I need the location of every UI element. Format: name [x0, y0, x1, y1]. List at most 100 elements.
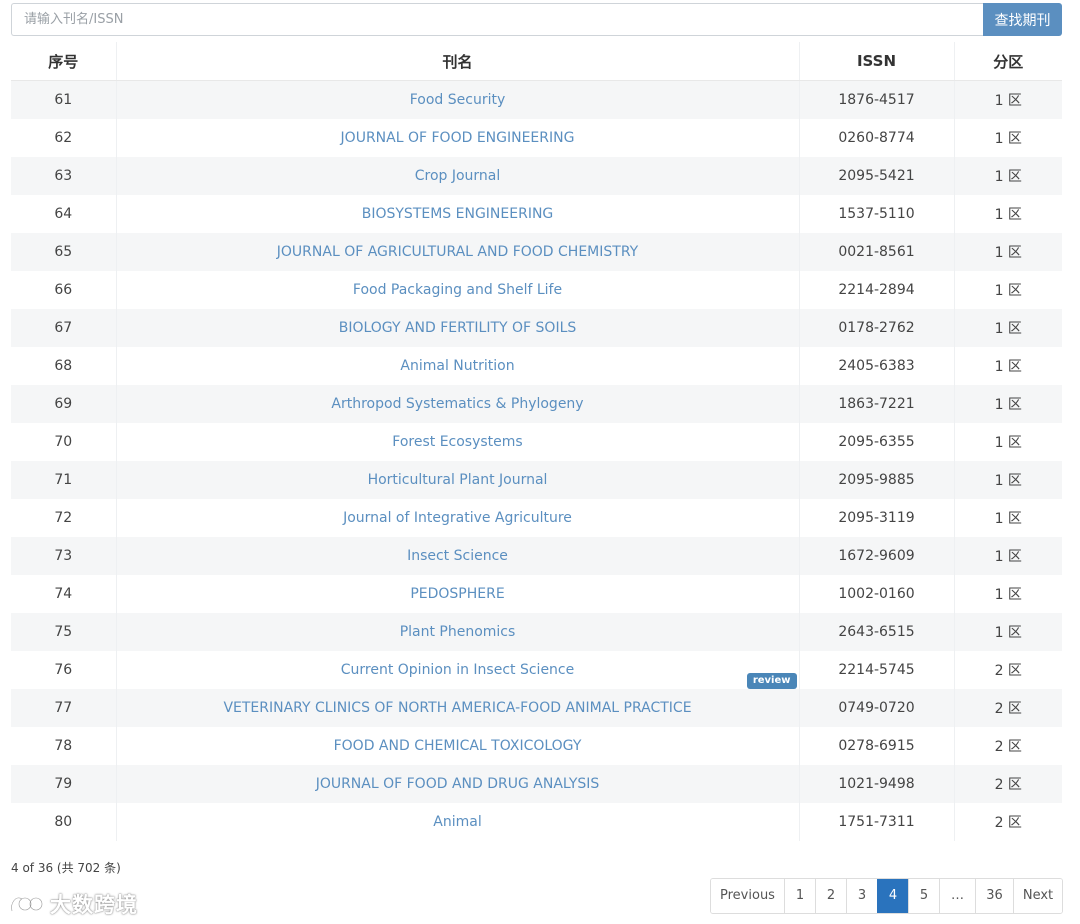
page-5-button[interactable]: 5 [908, 879, 939, 913]
review-badge: review [746, 673, 797, 689]
row-name-cell: Plant Phenomics [115, 613, 799, 651]
journal-link[interactable]: Animal Nutrition [400, 358, 514, 374]
table-body: 61 Food Security 1876-4517 1 区 62 JOURNAL OF … [11, 80, 1062, 841]
row-name-cell: FOOD AND CHEMICAL TOXICOLOGY [115, 727, 799, 765]
row-issn: 2405-6383 [798, 347, 954, 385]
row-no: 71 [11, 461, 116, 499]
journal-link[interactable]: Food Packaging and Shelf Life [353, 282, 562, 298]
journal-link[interactable]: FOOD AND CHEMICAL TOXICOLOGY [334, 738, 582, 754]
header-issn: ISSN [798, 42, 954, 81]
journal-link[interactable]: Food Security [410, 92, 506, 108]
watermark-text: 大数跨境 [50, 893, 138, 917]
row-issn: 1021-9498 [798, 765, 954, 803]
journal-link[interactable]: BIOSYSTEMS ENGINEERING [362, 206, 554, 222]
journal-link[interactable]: Horticultural Plant Journal [368, 472, 548, 488]
row-name-cell: JOURNAL OF AGRICULTURAL AND FOOD CHEMIST… [115, 233, 799, 271]
journal-link[interactable]: Animal [433, 814, 481, 830]
table-row: 79 JOURNAL OF FOOD AND DRUG ANALYSIS 1021-… [11, 765, 1062, 803]
table-row: 78 FOOD AND CHEMICAL TOXICOLOGY 0278-6915 2… [11, 727, 1062, 765]
row-issn: 1876-4517 [798, 80, 954, 119]
search-button[interactable]: 查找期刊 [983, 3, 1062, 36]
row-zone: 2 区 [953, 727, 1062, 765]
row-no: 79 [11, 765, 116, 803]
page-3-button[interactable]: 3 [846, 879, 877, 913]
table-row: 77 VETERINARY CLINICS OF NORTH AMERICA-FO… [11, 689, 1062, 727]
row-zone: 2 区 [953, 765, 1062, 803]
row-issn: 0749-0720 [798, 689, 954, 727]
page-1-button[interactable]: 1 [784, 879, 815, 913]
journal-link[interactable]: JOURNAL OF FOOD AND DRUG ANALYSIS [316, 776, 600, 792]
table-row: 76 Current Opinion in Insect Science revie… [11, 651, 1062, 689]
journal-link[interactable]: JOURNAL OF AGRICULTURAL AND FOOD CHEMIST… [277, 244, 638, 260]
journal-link[interactable]: JOURNAL OF FOOD ENGINEERING [341, 130, 575, 146]
row-issn: 0021-8561 [798, 233, 954, 271]
record-count: 4 of 36 (共 702 条) [11, 861, 121, 875]
row-name-cell: PEDOSPHERE [115, 575, 799, 613]
row-issn: 2095-9885 [798, 461, 954, 499]
journal-link[interactable]: Crop Journal [415, 168, 501, 184]
journal-link[interactable]: Journal of Integrative Agriculture [343, 510, 572, 526]
row-no: 61 [11, 80, 116, 119]
row-no: 62 [11, 119, 116, 157]
row-issn: 2095-6355 [798, 423, 954, 461]
table-row: 65 JOURNAL OF AGRICULTURAL AND FOOD CHEMI… [11, 233, 1062, 271]
row-no: 66 [11, 271, 116, 309]
row-no: 75 [11, 613, 116, 651]
journal-link[interactable]: Current Opinion in Insect Science [341, 662, 575, 678]
row-no: 72 [11, 499, 116, 537]
row-no: 64 [11, 195, 116, 233]
row-issn: 2214-5745 [798, 651, 954, 689]
journal-link[interactable]: Arthropod Systematics & Phylogeny [331, 396, 583, 412]
row-name-cell: JOURNAL OF FOOD ENGINEERING [115, 119, 799, 157]
page-36-button[interactable]: 36 [975, 879, 1013, 913]
table-row: 72 Journal of Integrative Agriculture 2095… [11, 499, 1062, 537]
row-no: 74 [11, 575, 116, 613]
row-no: 65 [11, 233, 116, 271]
row-name-cell: BIOLOGY AND FERTILITY OF SOILS [115, 309, 799, 347]
next-page-button[interactable]: Next [1013, 879, 1062, 913]
journal-link[interactable]: Insect Science [407, 548, 508, 564]
table-row: 70 Forest Ecosystems 2095-6355 1 区 [11, 423, 1062, 461]
row-no: 78 [11, 727, 116, 765]
table-row: 69 Arthropod Systematics & Phylogeny 1863-… [11, 385, 1062, 423]
header-no: 序号 [11, 42, 116, 81]
journal-link[interactable]: BIOLOGY AND FERTILITY OF SOILS [339, 320, 577, 336]
row-name-cell: JOURNAL OF FOOD AND DRUG ANALYSIS [115, 765, 799, 803]
row-issn: 1672-9609 [798, 537, 954, 575]
row-issn: 2095-3119 [798, 499, 954, 537]
row-name-cell: Horticultural Plant Journal [115, 461, 799, 499]
table-row: 67 BIOLOGY AND FERTILITY OF SOILS 0178-276… [11, 309, 1062, 347]
row-issn: 2214-2894 [798, 271, 954, 309]
journal-link[interactable]: PEDOSPHERE [410, 586, 504, 602]
search-input[interactable] [11, 3, 983, 36]
journal-link[interactable]: Plant Phenomics [400, 624, 516, 640]
table-row: 66 Food Packaging and Shelf Life 2214-2894… [11, 271, 1062, 309]
page-ellipsis: … [939, 879, 975, 913]
row-zone: 1 区 [953, 347, 1062, 385]
row-zone: 1 区 [953, 80, 1062, 119]
row-issn: 1751-7311 [798, 803, 954, 841]
table-header: 序号 刊名 ISSN 分区 [11, 42, 1062, 81]
row-name-cell: Food Security [115, 80, 799, 119]
row-issn: 0278-6915 [798, 727, 954, 765]
row-name-cell: Food Packaging and Shelf Life [115, 271, 799, 309]
table-row: 61 Food Security 1876-4517 1 区 [11, 80, 1062, 119]
journal-link[interactable]: Forest Ecosystems [392, 434, 522, 450]
table-row: 75 Plant Phenomics 2643-6515 1 区 [11, 613, 1062, 651]
row-no: 63 [11, 157, 116, 195]
journal-table-container: 序号 刊名 ISSN 分区 61 Food Security 1876-4517 1 … [11, 42, 1062, 841]
row-zone: 2 区 [953, 689, 1062, 727]
row-no: 76 [11, 651, 116, 689]
row-no: 77 [11, 689, 116, 727]
journal-link[interactable]: VETERINARY CLINICS OF NORTH AMERICA-FOOD… [223, 700, 691, 716]
previous-page-button[interactable]: Previous [711, 879, 784, 913]
row-no: 80 [11, 803, 116, 841]
row-zone: 1 区 [953, 309, 1062, 347]
page-4-button[interactable]: 4 [877, 879, 908, 913]
row-no: 73 [11, 537, 116, 575]
row-no: 70 [11, 423, 116, 461]
table-row: 74 PEDOSPHERE 1002-0160 1 区 [11, 575, 1062, 613]
table-row: 63 Crop Journal 2095-5421 1 区 [11, 157, 1062, 195]
row-name-cell: Journal of Integrative Agriculture [115, 499, 799, 537]
page-2-button[interactable]: 2 [815, 879, 846, 913]
